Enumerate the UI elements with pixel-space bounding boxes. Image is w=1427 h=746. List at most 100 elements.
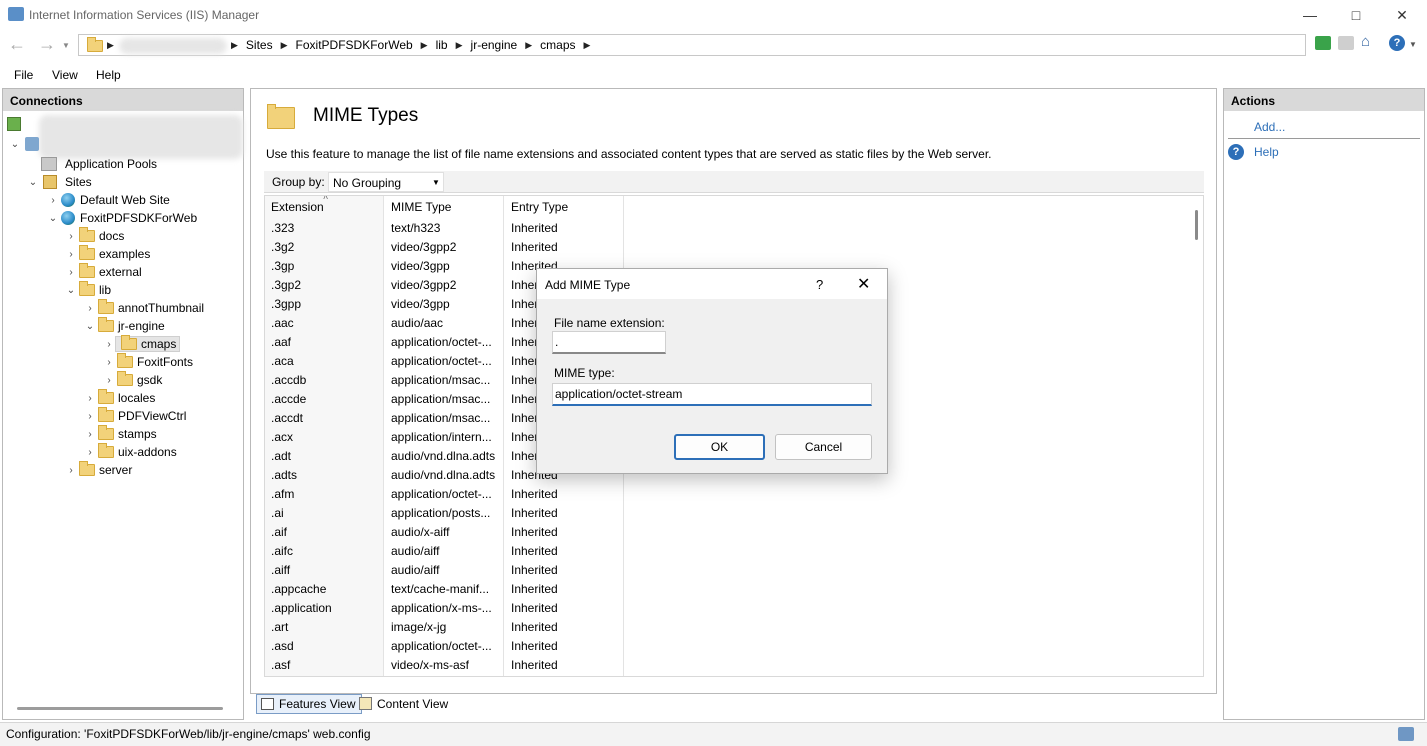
table-row[interactable]: .3g2 video/3gpp2 Inherited: [265, 237, 1195, 256]
table-row[interactable]: .aifc audio/aiff Inherited: [265, 541, 1195, 560]
chevron-down-icon[interactable]: ⌄: [47, 213, 59, 224]
tree-default-web-site[interactable]: › Default Web Site: [47, 191, 170, 209]
tree-application-pools[interactable]: Application Pools: [41, 155, 157, 173]
tree-sites[interactable]: ⌄ Sites: [27, 173, 92, 191]
table-row[interactable]: .asd application/octet-... Inherited: [265, 636, 1195, 655]
help-dropdown-icon[interactable]: ▼: [1409, 40, 1417, 49]
table-row[interactable]: .aif audio/x-aiff Inherited: [265, 522, 1195, 541]
tree-docs[interactable]: › docs: [65, 227, 124, 245]
content-view-tab[interactable]: Content View: [357, 695, 454, 715]
entry-type-cell: Inherited: [511, 601, 558, 615]
horizontal-scrollbar[interactable]: [17, 707, 223, 710]
table-row[interactable]: .asf video/x-ms-asf Inherited: [265, 655, 1195, 674]
chevron-right-icon[interactable]: ›: [84, 303, 96, 314]
crumb-site[interactable]: FoxitPDFSDKForWeb: [288, 38, 421, 52]
chevron-right-icon[interactable]: ›: [84, 447, 96, 458]
vertical-scrollbar[interactable]: [1195, 210, 1198, 240]
chevron-right-icon[interactable]: ›: [103, 375, 115, 386]
tree-foxit-site[interactable]: ⌄ FoxitPDFSDKForWeb: [47, 209, 197, 227]
table-row[interactable]: .application application/x-ms-... Inherite…: [265, 598, 1195, 617]
connections-pane: Connections ⌄ Application Pools ⌄ Sites …: [2, 88, 244, 720]
table-row[interactable]: .art image/x-jg Inherited: [265, 617, 1195, 636]
cancel-button[interactable]: Cancel: [775, 434, 872, 460]
chevron-down-icon[interactable]: ⌄: [65, 285, 77, 296]
connect-icon[interactable]: [7, 117, 21, 131]
dialog-help-button[interactable]: ?: [816, 277, 823, 292]
mime-type-cell: text/cache-manif...: [391, 582, 490, 596]
extension-cell: .asf: [271, 658, 291, 672]
chevron-right-icon[interactable]: ›: [65, 267, 77, 278]
tree-foxitfonts[interactable]: › FoxitFonts: [103, 353, 193, 371]
tree-external[interactable]: › external: [65, 263, 142, 281]
help-action-link[interactable]: Help: [1254, 145, 1279, 159]
tree-server-node[interactable]: ⌄: [9, 135, 39, 153]
entry-type-cell: Inher: [511, 278, 539, 292]
tree-pdfviewctrl[interactable]: › PDFViewCtrl: [84, 407, 186, 425]
tree-locales[interactable]: › locales: [84, 389, 155, 407]
tree-annotthumbnail[interactable]: › annotThumbnail: [84, 299, 204, 317]
dialog-close-icon[interactable]: ✕: [857, 274, 870, 294]
ok-button[interactable]: OK: [674, 434, 765, 460]
chevron-down-icon[interactable]: ⌄: [27, 177, 39, 188]
chevron-right-icon[interactable]: ›: [103, 339, 115, 350]
mime-type-cell: audio/aac: [391, 316, 444, 330]
tree-gsdk[interactable]: › gsdk: [103, 371, 162, 389]
features-view-tab[interactable]: Features View: [256, 694, 363, 714]
chevron-right-icon[interactable]: ›: [84, 411, 96, 422]
mime-type-cell: application/msac...: [391, 411, 491, 425]
tree-examples[interactable]: › examples: [65, 245, 150, 263]
chevron-right-icon[interactable]: ›: [84, 393, 96, 404]
crumb-cmaps[interactable]: cmaps: [532, 38, 583, 52]
column-header-entry-type[interactable]: Entry Type: [511, 200, 568, 214]
column-header-extension[interactable]: Extension ˄: [271, 196, 328, 214]
history-dropdown-icon[interactable]: ▼: [62, 41, 70, 50]
dialog-body: File name extension: MIME type: OK Cance…: [537, 299, 887, 473]
column-header-mime-type[interactable]: MIME Type: [391, 200, 451, 214]
entry-type-cell: Inherited: [511, 221, 558, 235]
chevron-right-icon[interactable]: ›: [103, 357, 115, 368]
extension-field[interactable]: [552, 331, 666, 354]
back-arrow-icon[interactable]: ←: [4, 35, 30, 55]
table-row[interactable]: .appcache text/cache-manif... Inherited: [265, 579, 1195, 598]
forward-arrow-icon[interactable]: →: [34, 35, 60, 55]
tree-stamps[interactable]: › stamps: [84, 425, 157, 443]
minimize-button[interactable]: —: [1287, 0, 1333, 30]
tree-server[interactable]: › server: [65, 461, 132, 479]
tree-uix-addons[interactable]: › uix-addons: [84, 443, 177, 461]
chevron-right-icon[interactable]: ›: [84, 429, 96, 440]
table-row[interactable]: .afm application/octet-... Inherited: [265, 484, 1195, 503]
chevron-down-icon[interactable]: ⌄: [84, 321, 96, 332]
crumb-jr-engine[interactable]: jr-engine: [463, 38, 526, 52]
maximize-button[interactable]: □: [1333, 0, 1379, 30]
chevron-right-icon[interactable]: ›: [65, 465, 77, 476]
tree-jr-engine[interactable]: ⌄ jr-engine: [84, 317, 165, 335]
mime-type-field[interactable]: [552, 383, 872, 406]
crumb-sites[interactable]: Sites: [238, 38, 281, 52]
group-by-select[interactable]: No Grouping ▼: [328, 172, 444, 192]
mime-type-cell: application/octet-...: [391, 639, 492, 653]
menu-view[interactable]: View: [52, 68, 78, 82]
menu-help[interactable]: Help: [96, 68, 121, 82]
mime-type-cell: audio/aiff: [391, 544, 440, 558]
table-row[interactable]: .323 text/h323 Inherited: [265, 218, 1195, 237]
dialog-titlebar[interactable]: Add MIME Type ? ✕: [537, 269, 887, 299]
crumb-lib[interactable]: lib: [428, 38, 456, 52]
chevron-right-icon[interactable]: ›: [65, 231, 77, 242]
refresh-icon[interactable]: [1315, 36, 1331, 50]
chevron-right-icon[interactable]: ›: [65, 249, 77, 260]
entry-type-cell: Inher: [511, 449, 539, 463]
stop-icon[interactable]: [1338, 36, 1354, 50]
breadcrumb[interactable]: ▶ ▶ Sites ▶ FoxitPDFSDKForWeb ▶ lib ▶ jr…: [78, 34, 1306, 56]
chevron-right-icon[interactable]: ›: [47, 195, 59, 206]
menu-file[interactable]: File: [14, 68, 33, 82]
help-icon[interactable]: ?: [1389, 35, 1405, 51]
mime-type-cell: audio/vnd.dlna.adts: [391, 449, 496, 463]
entry-type-cell: Inher: [511, 297, 539, 311]
home-icon[interactable]: ⌂: [1361, 34, 1377, 50]
tree-cmaps[interactable]: › cmaps: [103, 335, 181, 353]
tree-lib[interactable]: ⌄ lib: [65, 281, 111, 299]
table-row[interactable]: .ai application/posts... Inherited: [265, 503, 1195, 522]
close-window-button[interactable]: ✕: [1379, 0, 1425, 30]
table-row[interactable]: .aiff audio/aiff Inherited: [265, 560, 1195, 579]
add-action-link[interactable]: Add...: [1254, 120, 1285, 134]
